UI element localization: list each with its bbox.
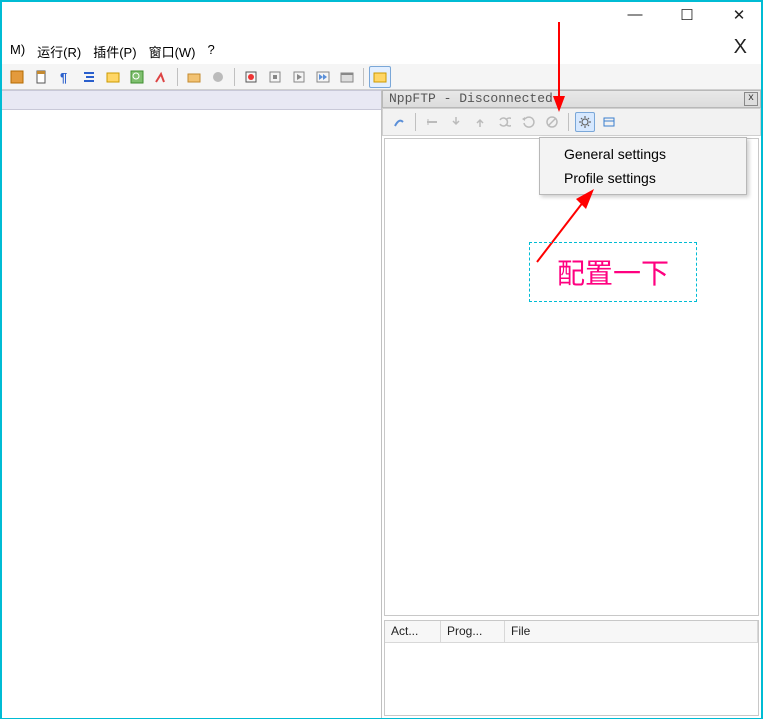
show-panel-icon[interactable]: [369, 66, 391, 88]
nppftp-tree-view[interactable]: [384, 138, 759, 616]
menu-help[interactable]: ?: [208, 42, 215, 61]
connect-icon[interactable]: [389, 112, 409, 132]
menu-item-profile-settings[interactable]: Profile settings: [542, 166, 744, 190]
nppftp-status-header: Act... Prog... File: [385, 621, 758, 643]
toolbar-separator: [177, 68, 178, 86]
close-button[interactable]: ✕: [727, 6, 751, 24]
jump-icon[interactable]: [150, 66, 172, 88]
editor-area[interactable]: [2, 90, 381, 718]
svg-text:¶: ¶: [60, 70, 67, 84]
annotation-label: 配置一下: [529, 242, 697, 302]
refresh-icon: [518, 112, 538, 132]
paragraph-icon[interactable]: ¶: [54, 66, 76, 88]
status-col-file[interactable]: File: [505, 621, 758, 642]
indent-icon[interactable]: [78, 66, 100, 88]
toolbar-separator: [363, 68, 364, 86]
menu-plugins[interactable]: 插件(P): [93, 42, 136, 61]
toolbar-separator: [234, 68, 235, 86]
secondary-close-button[interactable]: X: [734, 36, 747, 59]
abort-icon: [542, 112, 562, 132]
messages-icon[interactable]: [599, 112, 619, 132]
menubar: M) 运行(R) 插件(P) 窗口(W) ?: [2, 42, 223, 61]
macro-ff-icon[interactable]: [312, 66, 334, 88]
macro-stop-icon[interactable]: [264, 66, 286, 88]
refresh-all-icon: [494, 112, 514, 132]
macro-record-icon[interactable]: [240, 66, 262, 88]
menu-item-general-settings[interactable]: General settings: [542, 142, 744, 166]
nppftp-close-button[interactable]: x: [744, 92, 758, 106]
macro-folder-icon[interactable]: [102, 66, 124, 88]
settings-gear-icon[interactable]: [575, 112, 595, 132]
menu-m[interactable]: M): [10, 42, 25, 61]
paste-icon[interactable]: [30, 66, 52, 88]
toolbar-separator: [568, 113, 569, 131]
menu-run[interactable]: 运行(R): [37, 42, 81, 61]
main-toolbar: ¶: [2, 64, 761, 90]
cut-icon[interactable]: [6, 66, 28, 88]
disconnect-icon: [422, 112, 442, 132]
status-col-progress[interactable]: Prog...: [441, 621, 505, 642]
editor-active-line: [2, 90, 381, 110]
menu-window[interactable]: 窗口(W): [149, 42, 196, 61]
nppftp-title-text: NppFTP - Disconnected: [389, 91, 553, 106]
download-icon: [446, 112, 466, 132]
record-stop-icon[interactable]: [207, 66, 229, 88]
minimize-button[interactable]: —: [623, 6, 647, 24]
find-in-files-icon[interactable]: [126, 66, 148, 88]
nppftp-toolbar: [382, 108, 761, 136]
settings-dropdown-menu: General settings Profile settings: [539, 137, 747, 195]
nppftp-titlebar: NppFTP - Disconnected x: [382, 90, 761, 108]
macro-play-icon[interactable]: [288, 66, 310, 88]
nppftp-status-area: Act... Prog... File: [384, 620, 759, 716]
maximize-button[interactable]: ☐: [675, 6, 699, 24]
upload-icon: [470, 112, 490, 132]
status-col-action[interactable]: Act...: [385, 621, 441, 642]
new-window-icon[interactable]: [336, 66, 358, 88]
window-controls: — ☐ ✕: [623, 6, 751, 24]
toolbar-separator: [415, 113, 416, 131]
open-folder-icon[interactable]: [183, 66, 205, 88]
